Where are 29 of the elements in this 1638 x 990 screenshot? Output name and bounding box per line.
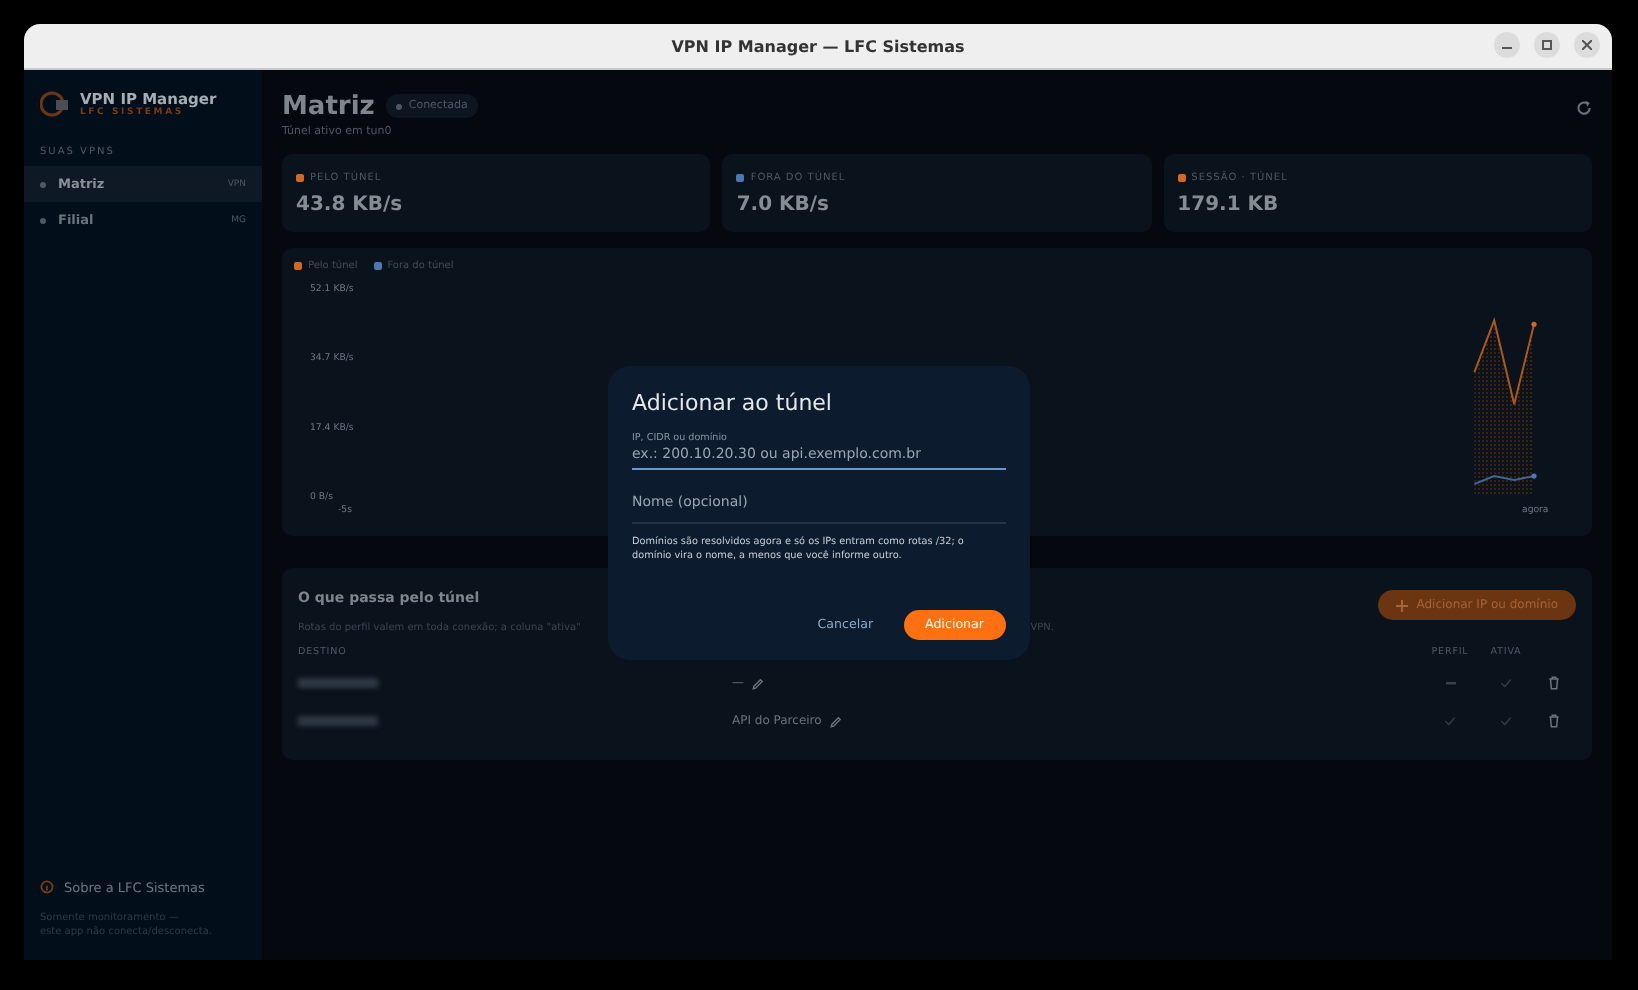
- page-title: Matriz: [282, 92, 375, 122]
- trash-icon[interactable]: [1548, 714, 1560, 728]
- check-icon: [1500, 678, 1512, 688]
- line-series: [1473, 317, 1535, 406]
- logo-icon: [40, 90, 70, 118]
- check-icon: [1500, 716, 1512, 726]
- dialog-title: Adicionar ao túnel: [632, 390, 834, 416]
- stat-value: 43.8 KB/s: [296, 194, 405, 216]
- close-icon: [1582, 40, 1592, 50]
- close-button[interactable]: [1574, 32, 1600, 58]
- trash-icon[interactable]: [1548, 676, 1560, 690]
- point-marker: [1531, 473, 1537, 479]
- minimize-button[interactable]: [1494, 32, 1520, 58]
- pencil-icon[interactable]: [752, 677, 764, 689]
- maximize-button[interactable]: [1534, 32, 1560, 58]
- plus-icon: [1396, 599, 1409, 611]
- pencil-icon[interactable]: [829, 715, 842, 727]
- window-title: VPN IP Manager — LFC Sistemas: [671, 37, 965, 55]
- legend-square: [373, 262, 382, 270]
- legend-square: [294, 262, 302, 270]
- check-icon: [1444, 716, 1456, 726]
- line-series: [1473, 474, 1535, 485]
- info-icon: [40, 880, 54, 894]
- dash-icon: [1445, 681, 1455, 685]
- maximize-icon: [1542, 40, 1552, 50]
- refresh-icon[interactable]: [1576, 100, 1592, 116]
- point-marker: [1531, 321, 1537, 327]
- stat-value: 7.0 KB/s: [736, 194, 831, 216]
- stat-value: 179.1 KB: [1177, 194, 1281, 216]
